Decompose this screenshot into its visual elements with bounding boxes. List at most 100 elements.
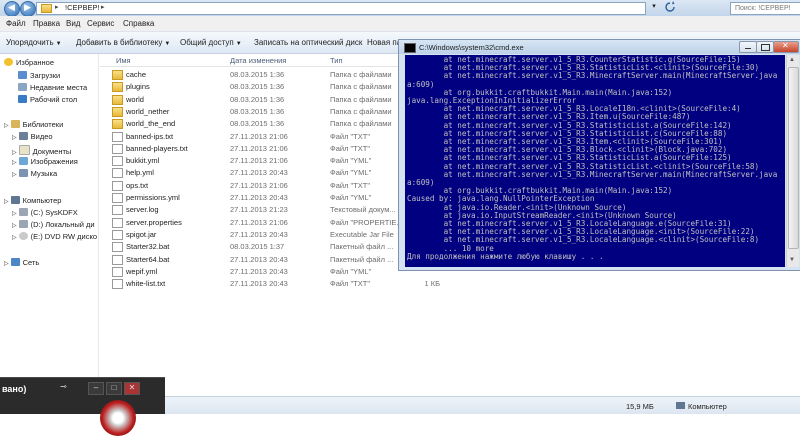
images-icon bbox=[18, 157, 28, 165]
nav-documents[interactable]: ▷ Документы bbox=[12, 145, 71, 156]
nav-drive-d[interactable]: ▷ (D:) Локальный ди bbox=[12, 220, 95, 231]
expand-icon[interactable]: ▷ bbox=[4, 123, 9, 129]
nav-video[interactable]: ▷ Видео bbox=[12, 132, 53, 143]
maximize-button[interactable] bbox=[756, 41, 774, 53]
file-row[interactable]: white-list.txt 27.11.2013 20:43 Файл "TXT"… bbox=[100, 277, 440, 290]
nav-computer-label: Компьютер bbox=[22, 196, 62, 205]
scroll-thumb[interactable] bbox=[788, 67, 799, 249]
address-dropdown-icon[interactable]: ▾ bbox=[648, 2, 660, 13]
nav-drive-e[interactable]: ▷ (E:) DVD RW диско bbox=[12, 232, 97, 243]
nav-libraries[interactable]: ▷ Библиотеки bbox=[4, 120, 63, 131]
menu-help[interactable]: Справка bbox=[123, 19, 154, 28]
menu-edit[interactable]: Правка bbox=[33, 19, 60, 28]
file-row[interactable]: world_nether 08.03.2015 1:36 Папка с файла… bbox=[100, 105, 420, 117]
search-input[interactable]: Поиск: !СЕРВЕР! bbox=[730, 2, 800, 15]
forward-button[interactable]: ▶ bbox=[20, 1, 36, 17]
file-name: cache bbox=[126, 70, 147, 79]
nav-favorites[interactable]: Избранное bbox=[4, 58, 54, 69]
file-row[interactable]: cache 08.03.2015 1:36 Папка с файлами bbox=[100, 68, 420, 80]
nav-images[interactable]: ▷ Изображения bbox=[12, 157, 78, 168]
breadcrumb-chevron-icon[interactable]: ▸ bbox=[101, 3, 105, 11]
new-folder-button[interactable]: Новая па bbox=[367, 38, 401, 47]
expand-icon[interactable]: ▷ bbox=[12, 160, 17, 166]
file-type: Пакетный файл ... bbox=[330, 242, 394, 252]
file-row[interactable]: world 08.03.2015 1:36 Папка с файлами bbox=[100, 93, 420, 105]
media-close-button[interactable]: ✕ bbox=[124, 382, 140, 395]
file-row[interactable]: plugins 08.03.2015 1:36 Папка с файлами bbox=[100, 80, 420, 93]
nav-video-label: Видео bbox=[30, 132, 53, 141]
file-row[interactable]: Starter32.bat 08.03.2015 1:37 Пакетный фай… bbox=[100, 240, 420, 253]
nav-images-label: Изображения bbox=[30, 157, 78, 166]
file-row[interactable]: banned-players.txt 27.11.2013 21:06 Файл "… bbox=[100, 142, 420, 154]
folder-icon bbox=[112, 82, 123, 93]
nav-recent-places[interactable]: Недавние места bbox=[18, 83, 87, 94]
file-type: Папка с файлами bbox=[330, 70, 392, 79]
menu-tools[interactable]: Сервис bbox=[87, 19, 114, 28]
add-to-library-button[interactable]: Добавить в библиотеку ▼ bbox=[76, 38, 170, 47]
network-icon bbox=[10, 258, 20, 266]
console-output[interactable]: at net.minecraft.server.v1_5_R3.CounterS… bbox=[405, 55, 785, 267]
file-row[interactable]: wepif.yml 27.11.2013 20:43 Файл "YML" bbox=[100, 265, 420, 277]
navigation-pane: Избранное Загрузки Недавние места Рабочи… bbox=[0, 54, 99, 396]
nav-drive-c[interactable]: ▷ (C:) SysKDFX bbox=[12, 208, 78, 219]
nav-computer[interactable]: ▷ Компьютер bbox=[4, 196, 61, 207]
console-scrollbar[interactable]: ▲ ▼ bbox=[786, 55, 799, 267]
nav-desktop[interactable]: Рабочий стол bbox=[18, 95, 77, 106]
expand-icon[interactable]: ▷ bbox=[12, 211, 17, 217]
column-type[interactable]: Тип bbox=[330, 56, 343, 65]
address-field[interactable]: ▸ !СЕРВЕР! ▸ bbox=[36, 2, 646, 15]
scroll-down-icon[interactable]: ▼ bbox=[789, 257, 795, 263]
expand-icon[interactable]: ▷ bbox=[4, 199, 9, 205]
file-row[interactable]: world_the_end 08.03.2015 1:36 Папка с файл… bbox=[100, 117, 420, 130]
disc-icon bbox=[100, 400, 136, 436]
nav-network[interactable]: ▷ Сеть bbox=[4, 258, 39, 269]
nav-music-label: Музыка bbox=[30, 169, 58, 178]
expand-icon[interactable]: ▷ bbox=[4, 261, 9, 267]
column-date[interactable]: Дата изменения bbox=[230, 56, 286, 65]
file-row[interactable]: server.properties 27.11.2013 21:06 Файл "P… bbox=[100, 216, 420, 228]
file-row[interactable]: help.yml 27.11.2013 20:43 Файл "YML" bbox=[100, 166, 420, 179]
file-row[interactable]: ops.txt 27.11.2013 21:06 Файл "TXT" bbox=[100, 179, 420, 191]
expand-icon[interactable]: ▷ bbox=[12, 172, 17, 178]
nav-music[interactable]: ▷ Музыка bbox=[12, 169, 57, 180]
refresh-icon[interactable] bbox=[664, 1, 676, 13]
nav-documents-label: Документы bbox=[32, 147, 72, 156]
add-library-label: Добавить в библиотеку bbox=[76, 38, 163, 47]
media-minimize-button[interactable]: – bbox=[88, 382, 104, 395]
file-type: Папка с файлами bbox=[330, 94, 392, 104]
file-name: bukkit.yml bbox=[126, 156, 160, 166]
burn-disc-button[interactable]: Записать на оптический диск bbox=[254, 38, 362, 47]
file-type: Папка с файлами bbox=[330, 106, 392, 116]
scroll-up-icon[interactable]: ▲ bbox=[789, 57, 795, 63]
file-row[interactable]: server.log 27.11.2013 21:23 Текстовый доку… bbox=[100, 203, 420, 216]
file-icon bbox=[112, 229, 123, 240]
file-type: Executable Jar File bbox=[330, 229, 394, 239]
maximize-icon bbox=[761, 44, 770, 51]
file-date: 27.11.2013 20:43 bbox=[230, 193, 288, 202]
column-name[interactable]: Имя bbox=[116, 56, 131, 65]
cmd-title-bar[interactable]: C:\Windows\system32\cmd.exe ✕ bbox=[399, 40, 800, 54]
expand-icon[interactable]: ▷ bbox=[12, 223, 17, 229]
menu-file[interactable]: Файл bbox=[6, 19, 26, 28]
expand-icon[interactable]: ▷ bbox=[12, 235, 17, 241]
share-button[interactable]: Общий доступ ▼ bbox=[180, 38, 242, 47]
nav-downloads[interactable]: Загрузки bbox=[18, 71, 60, 82]
expand-icon[interactable]: ▷ bbox=[12, 150, 17, 156]
minimize-button[interactable] bbox=[739, 41, 757, 53]
organize-button[interactable]: Упорядочить ▼ bbox=[6, 38, 62, 47]
file-type: Файл "YML" bbox=[330, 168, 372, 178]
file-date: 27.11.2013 21:06 bbox=[230, 131, 288, 141]
file-type: Файл "TXT" bbox=[330, 279, 371, 289]
close-button[interactable]: ✕ bbox=[773, 41, 799, 53]
file-row[interactable]: spigot.jar 27.11.2013 20:43 Executable Jar… bbox=[100, 228, 420, 240]
file-row[interactable]: permissions.yml 27.11.2013 20:43 Файл "YML… bbox=[100, 191, 420, 203]
menu-view[interactable]: Вид bbox=[66, 19, 80, 28]
back-button[interactable]: ◀ bbox=[4, 1, 20, 17]
media-maximize-button[interactable]: □ bbox=[106, 382, 122, 395]
breadcrumb-path[interactable]: !СЕРВЕР! bbox=[65, 3, 100, 12]
expand-icon[interactable]: ▷ bbox=[12, 135, 17, 141]
nav-network-label: Сеть bbox=[22, 258, 40, 267]
file-row[interactable]: bukkit.yml 27.11.2013 21:06 Файл "YML" bbox=[100, 154, 420, 167]
file-row[interactable]: Starter64.bat 27.11.2013 20:43 Пакетный фа… bbox=[100, 253, 440, 265]
file-row[interactable]: banned-ips.txt 27.11.2013 21:06 Файл "TXT" bbox=[100, 130, 420, 142]
